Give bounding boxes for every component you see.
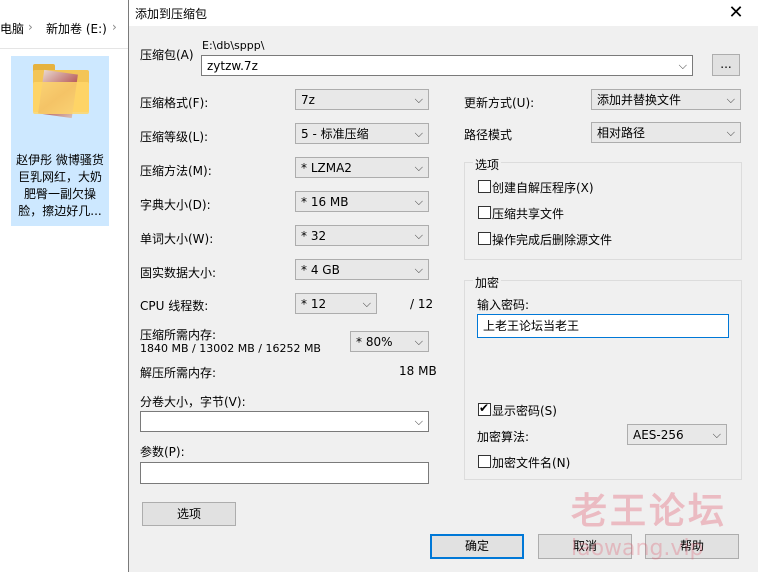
method-label: 压缩方法(M): [140, 164, 212, 178]
dictionary-value: * 16 MB [301, 195, 349, 209]
options-group-title: 选项 [473, 156, 502, 173]
chevron-down-icon: ⌵ [414, 335, 423, 348]
breadcrumb-this-pc[interactable]: 电脑 [0, 20, 24, 37]
cpu-threads-max: / 12 [410, 297, 434, 311]
chevron-down-icon: ⌵ [414, 229, 423, 242]
path-mode-select[interactable]: 相对路径 ⌵ [591, 122, 741, 143]
explorer-window: 电脑 › 新加卷 (E:) › 赵伊彤 微博骚货巨乳网红，大奶肥臀一副欠操脸，擦… [0, 0, 130, 572]
split-size-combo[interactable]: ⌵ [140, 411, 429, 432]
compress-memory-label: 压缩所需内存: [140, 328, 217, 342]
encryption-method-select[interactable]: AES-256 ⌵ [627, 424, 727, 445]
archive-name-combo[interactable]: zytzw.7z ⌵ [201, 55, 693, 76]
explorer-address-bar: 电脑 › 新加卷 (E:) › [0, 0, 130, 49]
update-mode-select[interactable]: 添加并替换文件 ⌵ [591, 89, 741, 110]
word-size-select[interactable]: * 32 ⌵ [295, 225, 429, 246]
encryption-method-label: 加密算法: [477, 430, 530, 444]
path-mode-value: 相对路径 [597, 126, 646, 140]
word-size-value: * 32 [301, 229, 327, 243]
parameters-label: 参数(P): [140, 445, 185, 459]
chevron-down-icon: ⌵ [362, 297, 371, 310]
show-password-checkbox[interactable] [478, 401, 491, 416]
breadcrumb-volume[interactable]: 新加卷 (E:) [46, 20, 107, 37]
path-mode-label: 路径模式 [464, 128, 513, 142]
folder-name: 赵伊彤 微博骚货巨乳网红，大奶肥臀一副欠操脸，擦边好几... [16, 153, 104, 218]
password-label: 输入密码: [477, 298, 530, 312]
chevron-down-icon: ⌵ [726, 93, 735, 106]
memory-percent-value: * 80% [356, 335, 393, 349]
chevron-down-icon: ⌵ [414, 195, 423, 208]
ok-button[interactable]: 确定 [430, 534, 524, 559]
dictionary-label: 字典大小(D): [140, 198, 211, 212]
shared-files-label[interactable]: 压缩共享文件 [492, 205, 564, 222]
cpu-threads-label: CPU 线程数: [140, 299, 209, 313]
encryption-group-title: 加密 [473, 274, 502, 291]
title-bar[interactable]: 添加到压缩包 ✕ [129, 0, 758, 26]
split-size-label: 分卷大小，字节(V): [140, 395, 246, 409]
level-label: 压缩等级(L): [140, 130, 209, 144]
decompress-memory-label: 解压所需内存: [140, 366, 217, 380]
solid-size-value: * 4 GB [301, 263, 340, 277]
shared-files-checkbox[interactable] [478, 206, 491, 219]
word-size-label: 单词大小(W): [140, 232, 214, 246]
format-select[interactable]: 7z ⌵ [295, 89, 429, 110]
delete-source-label[interactable]: 操作完成后删除源文件 [492, 231, 612, 248]
encryption-method-value: AES-256 [633, 428, 684, 442]
sfx-label[interactable]: 创建自解压程序(X) [492, 179, 594, 196]
folder-item[interactable]: 赵伊彤 微博骚货巨乳网红，大奶肥臀一副欠操脸，擦边好几... [11, 56, 109, 226]
breadcrumb-separator-icon: › [112, 20, 117, 34]
dictionary-select[interactable]: * 16 MB ⌵ [295, 191, 429, 212]
chevron-down-icon: ⌵ [414, 127, 423, 140]
chevron-down-icon: ⌵ [414, 93, 423, 106]
solid-size-label: 固实数据大小: [140, 266, 217, 280]
memory-percent-select[interactable]: * 80% ⌵ [350, 331, 429, 352]
archive-name-value: zytzw.7z [207, 59, 258, 73]
decompress-memory-value: 18 MB [399, 364, 437, 378]
archive-path: E:\db\sppp\ [202, 39, 265, 52]
chevron-down-icon: ⌵ [678, 59, 687, 72]
watermark-url: laowang.vip [571, 536, 704, 561]
browse-button[interactable]: ... [712, 54, 740, 76]
cpu-threads-select[interactable]: * 12 ⌵ [295, 293, 377, 314]
folder-icon [33, 64, 89, 119]
parameters-input[interactable] [140, 462, 429, 484]
breadcrumb-separator-icon: › [28, 20, 33, 34]
format-label: 压缩格式(F): [140, 96, 209, 110]
chevron-down-icon: ⌵ [414, 415, 423, 428]
dialog-title: 添加到压缩包 [135, 7, 208, 21]
chevron-down-icon: ⌵ [414, 263, 423, 276]
cpu-threads-value: * 12 [301, 297, 327, 311]
compress-memory-value: 1840 MB / 13002 MB / 16252 MB [140, 342, 321, 355]
format-value: 7z [301, 93, 315, 107]
level-select[interactable]: 5 - 标准压缩 ⌵ [295, 123, 429, 144]
delete-source-checkbox[interactable] [478, 232, 491, 245]
chevron-down-icon: ⌵ [712, 428, 721, 441]
encrypt-names-label[interactable]: 加密文件名(N) [492, 454, 570, 471]
show-password-label[interactable]: 显示密码(S) [492, 402, 557, 419]
update-mode-label: 更新方式(U): [464, 96, 535, 110]
archive-label: 压缩包(A) [140, 48, 194, 62]
close-icon[interactable]: ✕ [723, 2, 749, 23]
sfx-checkbox[interactable] [478, 180, 491, 193]
chevron-down-icon: ⌵ [414, 161, 423, 174]
password-input[interactable]: 上老王论坛当老王 [477, 314, 729, 338]
options-button[interactable]: 选项 [142, 502, 236, 526]
chevron-down-icon: ⌵ [726, 126, 735, 139]
method-value: * LZMA2 [301, 161, 352, 175]
encrypt-names-checkbox[interactable] [478, 455, 491, 468]
solid-size-select[interactable]: * 4 GB ⌵ [295, 259, 429, 280]
watermark-logo: 老王论坛 [571, 491, 728, 532]
method-select[interactable]: * LZMA2 ⌵ [295, 157, 429, 178]
level-value: 5 - 标准压缩 [301, 127, 369, 141]
update-mode-value: 添加并替换文件 [597, 93, 682, 107]
